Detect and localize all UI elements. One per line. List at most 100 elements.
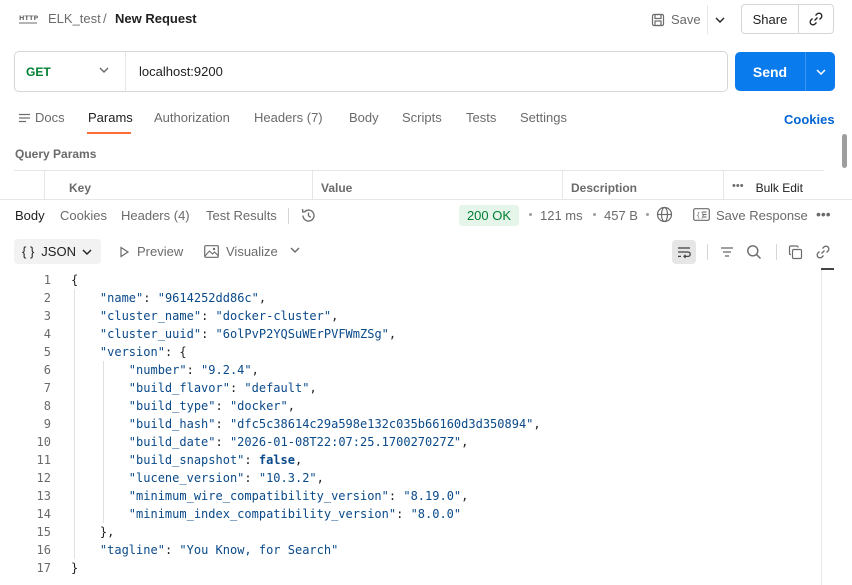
copy-icon [788, 244, 802, 259]
svg-text:HTTP: HTTP [19, 14, 38, 22]
history-icon[interactable] [300, 207, 317, 224]
code-line: 16 "tagline": "You Know, for Search" [36, 543, 339, 557]
code-line: 12 "lucene_version": "10.3.2", [36, 471, 324, 485]
code-line: 3 "cluster_name": "docker-cluster", [43, 309, 339, 323]
chevron-down-icon[interactable] [290, 247, 300, 253]
preview-button[interactable]: Preview [118, 244, 183, 259]
tab-docs[interactable]: Docs [19, 110, 65, 125]
tab-tests[interactable]: Tests [466, 110, 496, 125]
separator-dot [529, 213, 532, 216]
save-label: Save [671, 12, 701, 27]
response-size[interactable]: 457 B [604, 208, 638, 223]
code-scrollbar-thumb[interactable] [821, 268, 834, 270]
divider [776, 244, 777, 260]
code-line: 5 "version": { [43, 345, 187, 359]
save-options-button[interactable] [707, 5, 731, 34]
column-value: Value [312, 171, 561, 201]
response-tab-headers[interactable]: Headers (4) [121, 208, 190, 223]
code-line: 9 "build_hash": "dfc5c38614c29a598e132c0… [43, 417, 541, 431]
divider [707, 244, 708, 260]
tab-settings[interactable]: Settings [520, 110, 567, 125]
method-select[interactable]: GET [26, 65, 51, 79]
code-line: 2 "name": "9614252dd86c", [43, 291, 267, 305]
chevron-down-icon [815, 68, 826, 75]
tab-docs-label: Docs [35, 110, 65, 125]
request-tabs: Docs Params Authorization Headers (7) Bo… [0, 104, 852, 134]
link-button[interactable] [811, 240, 835, 264]
share-button[interactable]: Share [741, 4, 799, 34]
separator-dot [593, 213, 596, 216]
docs-icon [19, 113, 30, 122]
code-line: 6 "number": "9.2.4", [43, 363, 259, 377]
search-icon [747, 245, 762, 260]
send-button[interactable]: Send [735, 52, 805, 91]
tab-params[interactable]: Params [88, 110, 133, 125]
scrollbar-thumb[interactable] [842, 134, 847, 168]
code-line: 17} [36, 561, 79, 575]
http-request-icon: HTTP [18, 12, 38, 26]
more-icon: ••• [732, 180, 744, 192]
save-icon [651, 13, 665, 26]
code-line: 13 "minimum_wire_compatibility_version":… [36, 489, 469, 503]
code-line: 11 "build_snapshot": false, [36, 453, 303, 467]
chevron-down-icon [715, 17, 724, 23]
tab-scripts[interactable]: Scripts [402, 110, 442, 125]
save-response-button[interactable]: Save Response [716, 208, 808, 223]
visualize-button[interactable]: Visualize [204, 244, 278, 259]
code-line: 8 "build_type": "docker", [43, 399, 295, 413]
divider [288, 208, 289, 224]
response-json-body[interactable]: 1{ 2 "name": "9614252dd86c", 3 "cluster_… [0, 271, 820, 577]
response-tab-cookies[interactable]: Cookies [60, 208, 107, 223]
code-line: 7 "build_flavor": "default", [43, 381, 317, 395]
bulk-edit-button[interactable]: ••• Bulk Edit [723, 171, 824, 201]
send-options-button[interactable] [805, 52, 835, 91]
code-line: 1{ [43, 273, 79, 287]
request-header: HTTP ELK_test / New Request Save Share [0, 0, 852, 40]
response-time[interactable]: 121 ms [540, 208, 583, 223]
save-response-icon: {} [693, 208, 710, 221]
chevron-down-icon [82, 249, 92, 255]
status-badge[interactable]: 200 OK [459, 205, 519, 226]
link-icon [816, 245, 830, 259]
wrap-lines-button[interactable] [672, 240, 696, 264]
code-line: 14 "minimum_index_compatibility_version"… [36, 507, 462, 521]
more-options-icon[interactable]: ••• [816, 206, 831, 222]
active-tab-indicator [87, 132, 131, 134]
image-icon [204, 245, 219, 258]
tab-headers[interactable]: Headers (7) [254, 110, 323, 125]
copy-button[interactable] [783, 240, 807, 264]
filter-button[interactable] [715, 240, 739, 264]
breadcrumb-separator: / [103, 11, 107, 26]
globe-icon[interactable] [656, 206, 673, 223]
url-divider [125, 52, 126, 91]
column-key: Key [44, 171, 325, 201]
svg-text:{}: {} [696, 212, 705, 220]
code-line: 4 "cluster_uuid": "6olPvP2YQSuWErPVFWmZS… [43, 327, 397, 341]
response-tab-test-results[interactable]: Test Results [206, 208, 277, 223]
url-bar: GET [14, 51, 728, 92]
preview-label: Preview [137, 244, 184, 259]
play-icon [120, 245, 130, 258]
breadcrumb-collection[interactable]: ELK_test [48, 11, 101, 26]
search-button[interactable] [742, 240, 766, 264]
column-description: Description [562, 171, 723, 201]
response-tab-body[interactable]: Body [15, 208, 45, 223]
code-scrollbar-track[interactable] [821, 270, 822, 585]
format-label: JSON [41, 244, 76, 259]
url-input[interactable] [139, 64, 699, 79]
tab-authorization[interactable]: Authorization [154, 110, 230, 125]
code-line: 15 }, [36, 525, 115, 539]
chevron-down-icon[interactable] [99, 67, 109, 73]
wrap-lines-icon [678, 247, 691, 259]
code-line: 10 "build_date": "2026-01-08T22:07:25.17… [36, 435, 469, 449]
query-params-title: Query Params [15, 147, 97, 161]
filter-icon [721, 247, 733, 257]
separator-dot [646, 213, 649, 216]
tab-body[interactable]: Body [349, 110, 379, 125]
format-select[interactable]: { } JSON [14, 239, 101, 264]
query-params-table: Key Value Description ••• Bulk Edit [14, 170, 824, 201]
cookies-link[interactable]: Cookies [784, 112, 835, 127]
copy-link-button[interactable] [799, 4, 834, 34]
request-title[interactable]: New Request [115, 11, 197, 26]
visualize-label: Visualize [226, 244, 278, 259]
